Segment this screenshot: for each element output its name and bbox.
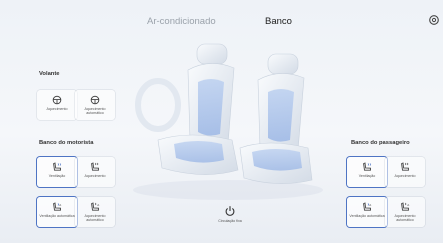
- passenger-heat-button[interactable]: Aquecimento: [385, 157, 425, 187]
- seat-auto-heat-icon: A: [91, 202, 99, 211]
- driver-auto-heat-button[interactable]: A Aquecimento automático: [75, 197, 115, 227]
- seat-auto-ventilation-icon: A: [53, 202, 61, 211]
- top-tab-bar: Ar-condicionado Banco: [0, 14, 443, 30]
- svg-text:A: A: [407, 203, 409, 207]
- tab-ar-condicionado[interactable]: Ar-condicionado: [147, 14, 216, 30]
- driver-heat-label: Aquecimento: [84, 174, 106, 178]
- driver-seat-title: Banco do motorista: [39, 140, 94, 146]
- seat-heat-icon: [91, 162, 99, 171]
- svg-text:A: A: [369, 203, 371, 207]
- svg-text:A: A: [59, 203, 61, 207]
- seat-heat-icon: [401, 162, 409, 171]
- passenger-heat-label: Aquecimento: [394, 174, 416, 178]
- driver-auto-ventilation-button[interactable]: A Ventilação automática: [37, 197, 77, 227]
- passenger-auto-ventilation-button[interactable]: A Ventilação automática: [347, 197, 387, 227]
- seat-auto-ventilation-icon: A: [363, 202, 371, 211]
- circulation-button[interactable]: Circulação fixa: [211, 203, 249, 231]
- steering-heat-label: Aquecimento: [46, 107, 68, 111]
- driver-heat-button[interactable]: Aquecimento: [75, 157, 115, 187]
- passenger-auto-ventilation-label: Ventilação automática: [349, 214, 385, 218]
- circulation-label: Circulação fixa: [218, 219, 242, 223]
- driver-auto-heat-label: Aquecimento automático: [84, 214, 106, 223]
- seat-ventilation-icon: [363, 162, 371, 171]
- passenger-seat-title: Banco do passageiro: [351, 140, 410, 146]
- passenger-seat-shape: [239, 53, 313, 184]
- seat-auto-heat-icon: A: [401, 202, 409, 211]
- tab-banco[interactable]: Banco: [265, 14, 292, 30]
- driver-ventilation-label: Ventilação: [48, 174, 66, 178]
- seats-illustration: [133, 43, 323, 200]
- passenger-ventilation-button[interactable]: Ventilação: [347, 157, 387, 187]
- volante-title: Volante: [39, 71, 60, 77]
- driver-seat-shape: [157, 43, 239, 175]
- driver-auto-ventilation-label: Ventilação automática: [39, 214, 75, 218]
- settings-icon[interactable]: [428, 13, 440, 25]
- steering-wheel-heat-icon: [52, 95, 62, 105]
- passenger-auto-heat-label: Aquecimento automático: [394, 214, 416, 223]
- steering-wheel-shape: [135, 78, 181, 132]
- steering-wheel-auto-icon: [90, 95, 100, 105]
- passenger-ventilation-label: Ventilação: [358, 174, 376, 178]
- power-icon: [225, 206, 235, 216]
- steering-auto-heat-label: Aquecimento automático: [84, 107, 106, 116]
- svg-text:A: A: [97, 203, 99, 207]
- driver-ventilation-button[interactable]: Ventilação: [37, 157, 77, 187]
- seat-ventilation-icon: [53, 162, 61, 171]
- passenger-auto-heat-button[interactable]: A Aquecimento automático: [385, 197, 425, 227]
- steering-auto-heat-button[interactable]: Aquecimento automático: [75, 90, 115, 120]
- steering-heat-button[interactable]: Aquecimento: [37, 90, 77, 120]
